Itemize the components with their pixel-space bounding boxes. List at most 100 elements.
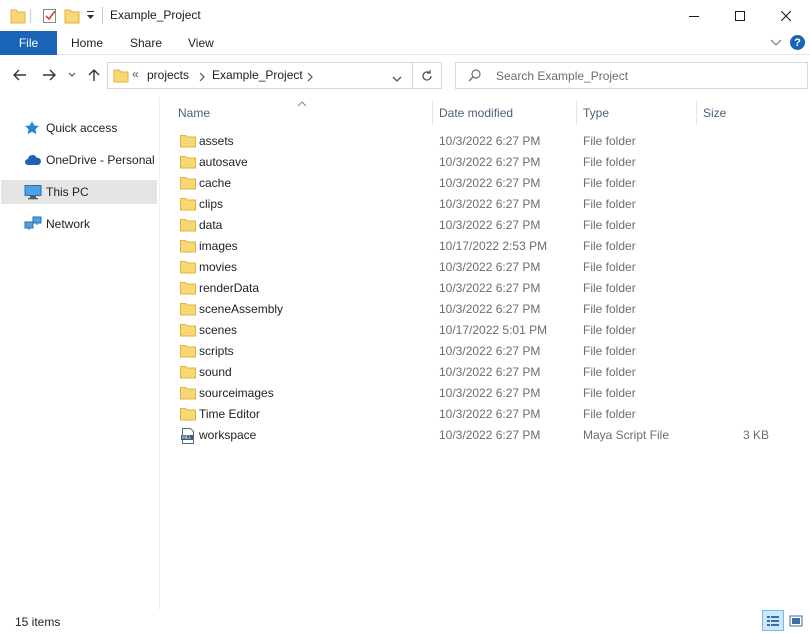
search-box[interactable]: Search Example_Project [455,62,808,89]
file-type: Maya Script File [583,428,670,442]
svg-text:MEL: MEL [182,435,192,441]
file-row[interactable]: MEL workspace 10/3/2022 6:27 PM Maya Script… [176,425,776,446]
column-header-size[interactable]: Size [703,100,726,125]
file-type: File folder [583,281,636,295]
file-date-modified: 10/3/2022 6:27 PM [439,155,541,169]
file-row[interactable]: scripts 10/3/2022 6:27 PM File folder [176,341,776,362]
minimize-button[interactable] [671,0,717,31]
tab-view[interactable]: View [188,31,214,55]
maximize-button[interactable] [717,0,763,31]
back-button[interactable] [10,63,30,87]
close-button[interactable] [763,0,809,31]
folder-icon [10,7,26,25]
file-date-modified: 10/3/2022 6:27 PM [439,260,541,274]
file-date-modified: 10/3/2022 6:27 PM [439,407,541,421]
tab-share[interactable]: Share [130,31,162,55]
column-divider[interactable] [576,101,577,125]
breadcrumb-projects[interactable]: projects [147,68,189,82]
file-row[interactable]: autosave 10/3/2022 6:27 PM File folder [176,152,776,173]
mel-file-icon: MEL [180,428,196,444]
file-type: File folder [583,323,636,337]
search-input[interactable]: Search Example_Project [496,69,628,83]
column-header-name[interactable]: Name [178,100,210,125]
up-button[interactable] [85,63,103,87]
forward-button[interactable] [39,63,59,87]
file-row[interactable]: renderData 10/3/2022 6:27 PM File folder [176,278,776,299]
file-size: 3 KB [742,428,769,442]
address-bar[interactable]: « projects Example_Project [107,62,413,89]
details-view-button[interactable] [762,610,784,631]
file-name: images [199,239,238,253]
column-header-date[interactable]: Date modified [439,100,513,125]
customize-toolbar-icon[interactable] [86,9,95,27]
folder-icon [180,134,196,148]
file-row[interactable]: assets 10/3/2022 6:27 PM File folder [176,131,776,152]
breadcrumb-example-project[interactable]: Example_Project [212,68,303,82]
column-header-type[interactable]: Type [583,100,609,125]
folder-icon [180,302,196,316]
file-date-modified: 10/3/2022 6:27 PM [439,365,541,379]
file-date-modified: 10/3/2022 6:27 PM [439,176,541,190]
file-row[interactable]: movies 10/3/2022 6:27 PM File folder [176,257,776,278]
expand-ribbon-icon[interactable] [770,35,782,52]
tab-home[interactable]: Home [71,31,103,55]
folder-icon [113,68,129,87]
file-row[interactable]: data 10/3/2022 6:27 PM File folder [176,215,776,236]
folder-icon [180,260,196,274]
nav-label: Quick access [46,121,118,135]
file-date-modified: 10/3/2022 6:27 PM [439,197,541,211]
large-icons-view-button[interactable] [785,610,807,631]
folder-icon [180,239,196,253]
nav-item-network[interactable]: Network [1,212,157,236]
file-type: File folder [583,260,636,274]
refresh-button[interactable] [413,62,442,89]
overflow-crumb[interactable]: « [132,67,139,81]
sort-ascending-icon [297,96,307,110]
file-row[interactable]: clips 10/3/2022 6:27 PM File folder [176,194,776,215]
file-row[interactable]: cache 10/3/2022 6:27 PM File folder [176,173,776,194]
navigation-pane: Quick access OneDrive - Personal This PC… [0,97,160,610]
ribbon-tabs: File Home Share View ? [0,31,810,55]
nav-item-quick-access[interactable]: Quick access [1,116,157,140]
tab-file[interactable]: File [0,31,57,55]
file-date-modified: 10/3/2022 6:27 PM [439,281,541,295]
help-icon[interactable]: ? [790,35,805,50]
file-row[interactable]: images 10/17/2022 2:53 PM File folder [176,236,776,257]
file-row[interactable]: Time Editor 10/3/2022 6:27 PM File folder [176,404,776,425]
address-dropdown-icon[interactable] [392,72,402,86]
file-row[interactable]: sound 10/3/2022 6:27 PM File folder [176,362,776,383]
file-type: File folder [583,155,636,169]
nav-item-onedrive[interactable]: OneDrive - Personal [1,148,157,172]
file-row[interactable]: sceneAssembly 10/3/2022 6:27 PM File folde… [176,299,776,320]
recent-locations-icon[interactable] [66,63,78,87]
column-divider[interactable] [432,101,433,125]
chevron-right-icon[interactable] [307,71,313,85]
file-date-modified: 10/17/2022 5:01 PM [439,323,548,337]
file-name: workspace [199,428,257,442]
folder-icon [180,323,196,337]
new-folder-icon[interactable] [64,7,80,25]
folder-icon [180,407,196,421]
toolbar-divider [30,9,31,23]
file-row[interactable]: scenes 10/17/2022 5:01 PM File folder [176,320,776,341]
file-date-modified: 10/3/2022 6:27 PM [439,428,541,442]
file-name: scenes [199,323,238,337]
column-divider[interactable] [696,101,697,125]
chevron-right-icon[interactable] [199,71,205,85]
file-row[interactable]: sourceimages 10/3/2022 6:27 PM File folder [176,383,776,404]
file-name: clips [199,197,224,211]
nav-item-this-pc[interactable]: This PC [1,180,157,204]
folder-icon [180,176,196,190]
file-type: File folder [583,365,636,379]
cloud-icon [24,152,42,168]
file-name: autosave [199,155,248,169]
file-type: File folder [583,218,636,232]
folder-icon [180,365,196,379]
file-type: File folder [583,386,636,400]
file-name: data [199,218,223,232]
star-icon [24,120,42,136]
folder-icon [180,281,196,295]
properties-icon[interactable] [42,7,58,25]
file-type: File folder [583,302,636,316]
folder-icon [180,155,196,169]
